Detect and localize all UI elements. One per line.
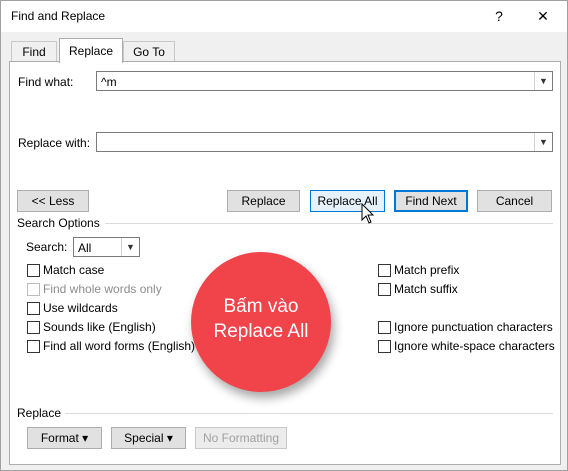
tab-replace[interactable]: Replace [59,38,123,63]
ignore-whitespace-label: Ignore white-space characters [394,339,555,353]
window-title: Find and Replace [11,9,106,23]
word-forms-checkbox[interactable] [27,340,40,353]
no-formatting-button[interactable]: No Formatting [195,427,287,449]
replace-button[interactable]: Replace [227,190,300,212]
find-what-label: Find what: [18,75,74,89]
whole-words-label: Find whole words only [43,282,162,296]
search-direction-select[interactable]: All ▼ [73,237,140,257]
divider [105,223,553,224]
chevron-down-icon[interactable]: ▼ [534,72,552,90]
tab-find-label: Find [22,45,46,59]
search-direction-label: Search: [26,240,68,254]
ignore-punctuation-checkbox[interactable] [378,321,391,334]
callout-line-1: Bấm vào [223,296,299,317]
close-button[interactable]: ✕ [529,5,557,27]
find-replace-dialog: Find and Replace ? ✕ Find Replace Go To … [0,0,568,471]
whole-words-checkbox[interactable] [27,283,40,296]
tab-go-to-label: Go To [133,45,165,59]
match-case-label: Match case [43,263,105,277]
tab-replace-label: Replace [68,44,114,58]
format-button[interactable]: Format ▾ [27,427,102,449]
word-forms-label: Find all word forms (English) [43,339,196,353]
chevron-down-icon[interactable]: ▼ [121,238,139,256]
match-case-checkbox[interactable] [27,264,40,277]
less-button[interactable]: << Less [17,190,89,212]
match-suffix-checkbox[interactable] [378,283,391,296]
callout-bubble: Bấm vào Replace All [191,252,331,392]
find-next-button[interactable]: Find Next [394,190,468,212]
chevron-down-icon[interactable]: ▼ [534,133,552,151]
replace-with-label: Replace with: [18,136,91,150]
tab-go-to[interactable]: Go To [123,41,175,62]
callout-line-2: Replace All [213,321,309,342]
mouse-cursor-icon [361,203,375,224]
search-options-heading: Search Options [17,216,100,230]
divider [65,413,553,414]
search-direction-value: All [78,241,92,255]
special-button[interactable]: Special ▾ [111,427,186,449]
wildcards-checkbox[interactable] [27,302,40,315]
ignore-punctuation-label: Ignore punctuation characters [394,320,553,334]
sounds-like-label: Sounds like (English) [43,320,156,334]
find-what-value: ^m [101,75,117,89]
match-prefix-checkbox[interactable] [378,264,391,277]
replace-with-combo[interactable]: ▼ [96,132,553,152]
wildcards-label: Use wildcards [43,301,118,315]
sounds-like-checkbox[interactable] [27,321,40,334]
tab-find[interactable]: Find [11,41,57,62]
replace-section-heading: Replace [17,406,62,420]
match-prefix-label: Match prefix [394,263,460,277]
ignore-whitespace-checkbox[interactable] [378,340,391,353]
find-what-combo[interactable]: ^m ▼ [96,71,553,91]
cancel-button[interactable]: Cancel [477,190,552,212]
title-bar: Find and Replace ? ✕ [1,1,567,32]
match-suffix-label: Match suffix [394,282,458,296]
help-button[interactable]: ? [485,5,513,27]
